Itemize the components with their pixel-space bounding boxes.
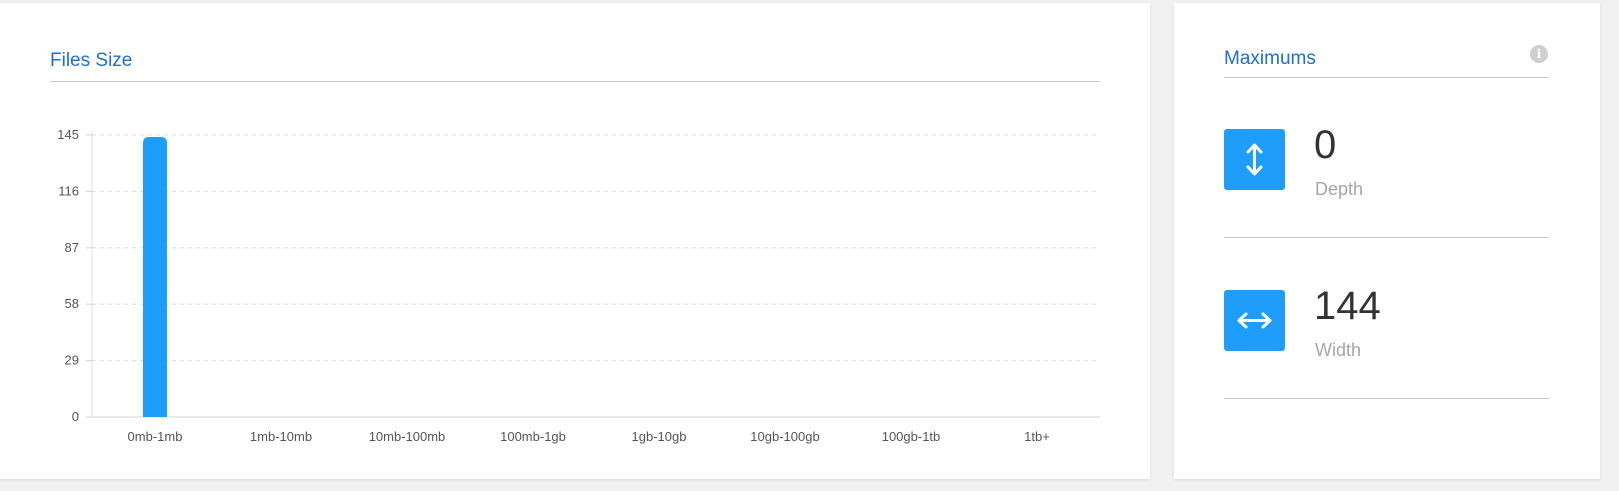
x-tick-label: 0mb-1mb bbox=[128, 429, 183, 444]
width-value: 144 bbox=[1314, 284, 1381, 328]
bar-0mb-1mb[interactable] bbox=[143, 136, 167, 417]
horizontal-arrows-icon bbox=[1224, 290, 1285, 351]
width-divider bbox=[1224, 398, 1549, 399]
depth-stat: 0 Depth bbox=[1224, 123, 1549, 199]
x-tick-label: 100mb-1gb bbox=[500, 429, 566, 444]
width-label: Width bbox=[1315, 340, 1362, 360]
depth-divider bbox=[1224, 237, 1549, 238]
y-tick-label: 145 bbox=[57, 127, 79, 142]
maximums-title: Maximums bbox=[1224, 48, 1316, 69]
x-tick-label: 10mb-100mb bbox=[369, 429, 446, 444]
depth-label: Depth bbox=[1315, 179, 1364, 199]
x-tick-label: 1gb-10gb bbox=[632, 429, 687, 444]
y-tick-label: 58 bbox=[65, 296, 79, 311]
files-size-card: Files Size 0 29 58 87 116 145 0mb-1mb 1mb-10mb 1… bbox=[0, 3, 1150, 479]
y-tick-label: 87 bbox=[65, 240, 79, 255]
files-size-chart: 0 29 58 87 116 145 0mb-1mb 1mb-10mb 10mb-100mb 10… bbox=[57, 127, 1100, 444]
x-tick-label: 1tb+ bbox=[1024, 429, 1050, 444]
x-tick-label: 10gb-100gb bbox=[750, 429, 819, 444]
maximums-card: Maximums i 0 Depth 144 Width bbox=[1174, 3, 1600, 479]
x-tick-label: 1mb-10mb bbox=[250, 429, 312, 444]
y-tick-label: 0 bbox=[72, 409, 79, 424]
maximums-title-divider bbox=[1224, 77, 1549, 78]
x-tick-label: 100gb-1tb bbox=[882, 429, 941, 444]
width-stat: 144 Width bbox=[1224, 284, 1549, 360]
info-icon[interactable]: i bbox=[1530, 45, 1548, 63]
vertical-arrows-icon bbox=[1224, 129, 1285, 190]
y-tick-label: 116 bbox=[58, 183, 79, 198]
y-tick-label: 29 bbox=[65, 353, 79, 368]
depth-value: 0 bbox=[1314, 123, 1337, 167]
